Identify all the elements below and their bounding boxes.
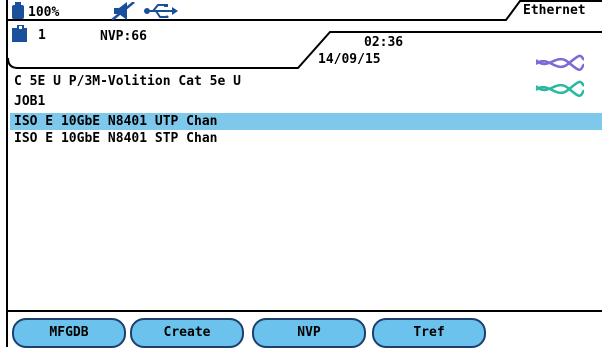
battery-icon xyxy=(12,2,24,19)
list-item[interactable]: ISO E 10GbE N8401 UTP Chan xyxy=(10,113,602,130)
cable-type: C 5E U P/3M-Volition Cat 5e U xyxy=(14,74,241,89)
nvp-button[interactable]: NVP xyxy=(252,318,366,348)
usb-icon xyxy=(144,4,178,18)
tref-button[interactable]: Tref xyxy=(372,318,486,348)
limit-list: ISO E 10GbE N8401 UTP Chan ISO E 10GbE N… xyxy=(10,113,602,147)
twisted-pair-icon xyxy=(536,54,584,97)
nvp-value: NVP:66 xyxy=(100,29,147,44)
status-header: 100% Ethernet 1 NVP:66 02:36 14/09/15 xyxy=(8,0,602,97)
tab-title[interactable]: Ethernet xyxy=(523,3,586,18)
clock-date: 14/09/15 xyxy=(318,52,381,67)
mute-speaker-icon xyxy=(111,2,135,20)
create-button[interactable]: Create xyxy=(130,318,244,348)
tester-screen: 100% Ethernet 1 NVP:66 02:36 14/09/15 C … xyxy=(6,0,602,348)
mfgdb-button[interactable]: MFGDB xyxy=(12,318,126,348)
job-folder-icon xyxy=(12,25,27,42)
job-name: JOB1 xyxy=(14,94,46,109)
battery-level: 100% xyxy=(28,5,60,20)
list-item[interactable]: ISO E 10GbE N8401 STP Chan xyxy=(10,130,602,147)
softkey-bar: MFGDB Create NVP Tref xyxy=(8,310,602,348)
header-outline xyxy=(8,0,602,69)
job-count: 1 xyxy=(38,28,46,43)
clock-time: 02:36 xyxy=(364,35,404,50)
